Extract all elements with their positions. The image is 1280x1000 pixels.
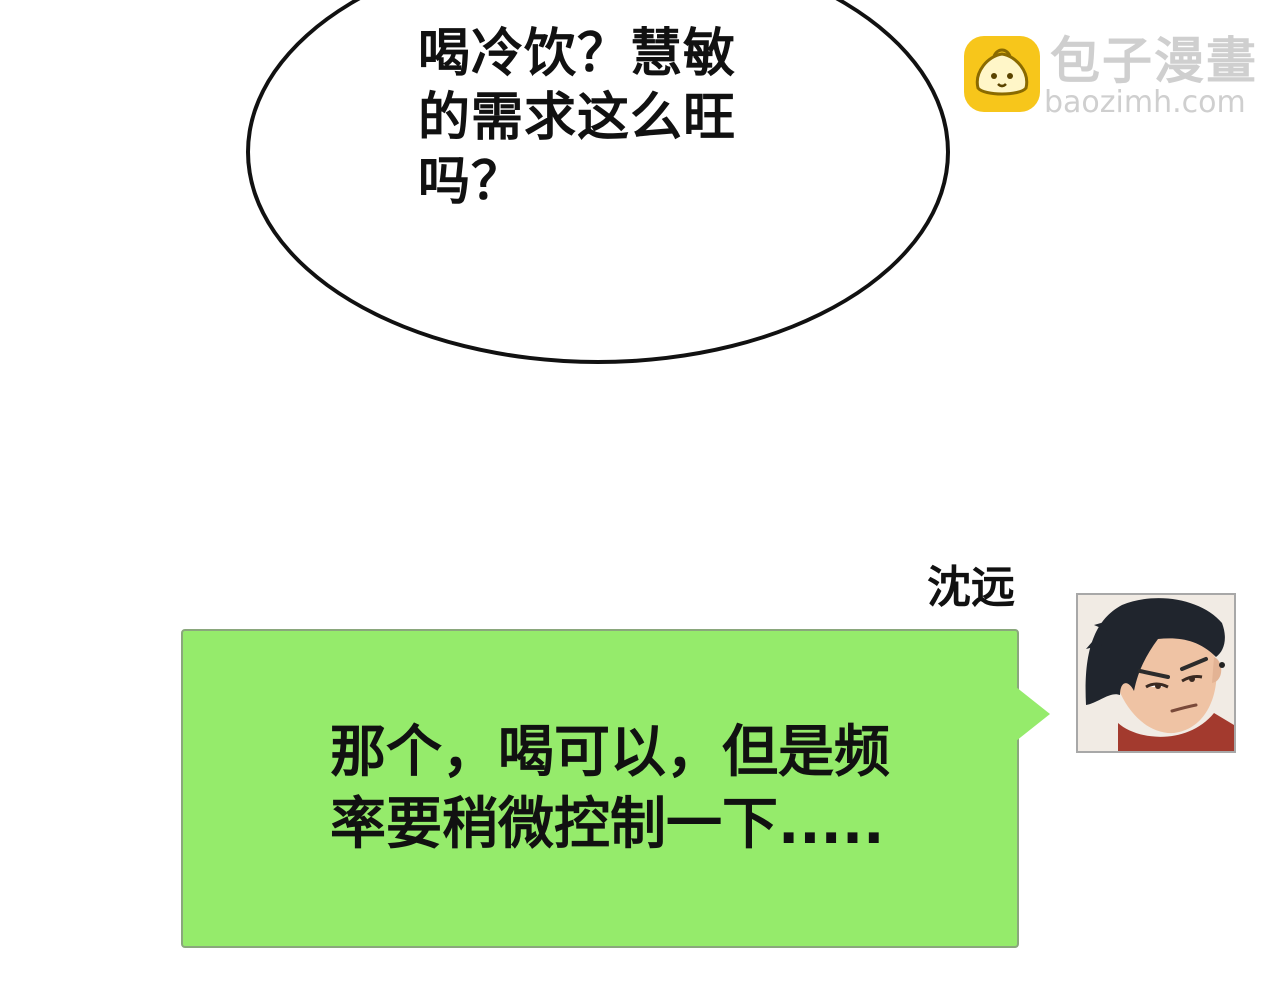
watermark-name: 包子漫畫 (1050, 32, 1258, 90)
speech-line: 吗？ (418, 152, 525, 212)
speech-text: 喝冷饮？慧敏 的需求这么旺 吗？ (418, 22, 798, 214)
chat-line: 那个，喝可以，但是频 (330, 720, 890, 785)
character-portrait-icon (1078, 595, 1234, 751)
watermark: 包子漫畫 baozimh.com (964, 30, 1264, 120)
speech-line: 的需求这么旺 (418, 88, 737, 148)
avatar (1076, 593, 1236, 753)
chat-line: 率要稍微控制一下..... (330, 792, 885, 857)
watermark-url: baozimh.com (1044, 85, 1246, 120)
speech-line: 喝冷饮？慧敏 (418, 24, 737, 84)
chat-text: 那个，喝可以，但是频 率要稍微控制一下..... (330, 717, 970, 861)
bun-logo-icon (964, 36, 1040, 112)
chat-bubble-tail (1016, 687, 1050, 741)
sender-name: 沈远 (927, 562, 1015, 613)
